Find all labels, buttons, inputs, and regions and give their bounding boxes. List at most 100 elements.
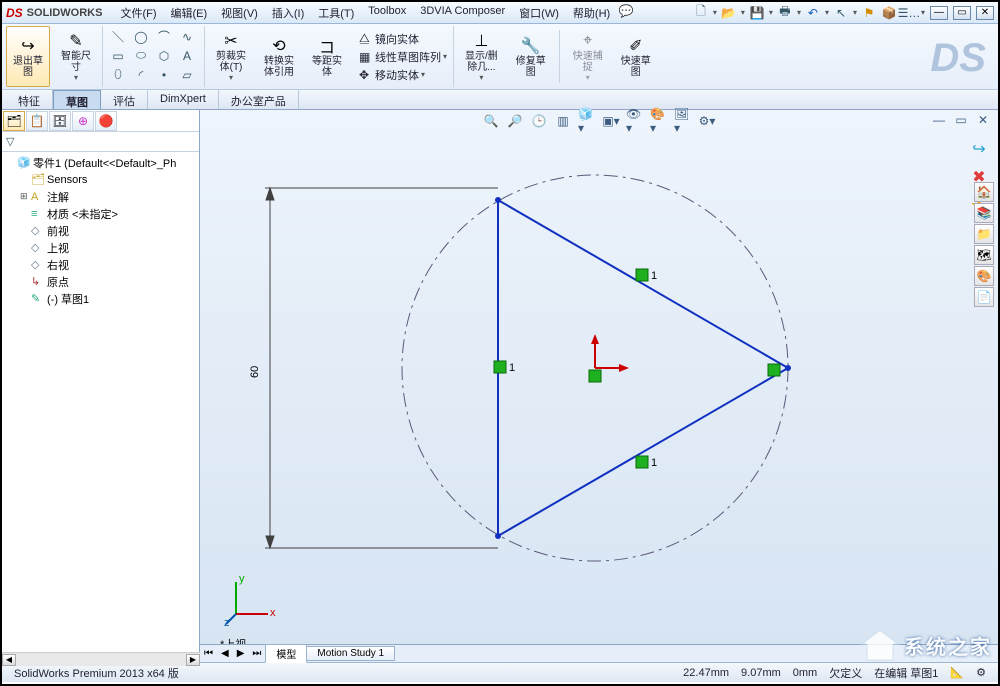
- svg-text:1: 1: [509, 362, 515, 374]
- minimize-button[interactable]: —: [930, 6, 948, 20]
- offset-entities-button[interactable]: コ 等距实 体: [305, 26, 349, 87]
- tree-annotations[interactable]: ⊞A注解: [4, 188, 199, 205]
- snap-icon: ⌖: [578, 31, 598, 51]
- svg-text:z: z: [224, 617, 230, 626]
- ds-logo-icon: DS: [930, 36, 986, 81]
- convert-entities-button[interactable]: ⟲ 转换实 体引用: [257, 26, 301, 87]
- print-icon[interactable]: 🖶: [777, 5, 793, 21]
- tree-sensors[interactable]: 🗂Sensors: [4, 171, 199, 188]
- smart-dimension-icon: ✎: [66, 31, 86, 51]
- fm-filter-row[interactable]: ▽: [2, 132, 199, 152]
- tree-right-plane[interactable]: ◇右视: [4, 256, 199, 273]
- tree-origin[interactable]: ↳原点: [4, 273, 199, 290]
- options-icon[interactable]: 📦: [881, 5, 897, 21]
- triangle-edge-1[interactable]: [498, 200, 788, 368]
- point-icon[interactable]: •: [155, 67, 173, 83]
- exit-sketch-button[interactable]: ↪ 退出草 图: [6, 26, 50, 87]
- close-button[interactable]: ✕: [976, 6, 994, 20]
- menu-help[interactable]: 帮助(H): [567, 3, 616, 23]
- new-icon[interactable]: 🗋: [693, 5, 709, 21]
- command-manager-tabs: 特征 草图 评估 DimXpert 办公室产品: [2, 90, 998, 110]
- reference-triad-icon: y x z: [224, 572, 278, 626]
- fm-tab-tree[interactable]: 🗂: [3, 111, 25, 131]
- mirror-entities-button[interactable]: ⧋镜向实体: [359, 31, 447, 47]
- qat-more-icon[interactable]: ☰…: [901, 5, 917, 21]
- display-delete-button[interactable]: ⊥ 显示/删 除几... ▾: [458, 26, 505, 87]
- move-entities-button[interactable]: ✥移动实体▾: [359, 67, 447, 83]
- tab-evaluate[interactable]: 评估: [101, 90, 148, 109]
- tree-top-plane[interactable]: ◇上视: [4, 239, 199, 256]
- tab-nav-next-icon[interactable]: ▶: [233, 648, 249, 659]
- repair-sketch-button[interactable]: 🔧 修复草 图: [509, 26, 553, 87]
- svg-text:y: y: [239, 573, 245, 585]
- tab-nav-last-icon[interactable]: ⏭: [248, 648, 265, 659]
- menu-composer[interactable]: 3DVIA Composer: [414, 3, 511, 23]
- fm-tab-dimxpert[interactable]: ⊕: [72, 111, 94, 131]
- tab-model[interactable]: 模型: [265, 644, 307, 663]
- menu-bar: 文件(F) 编辑(E) 视图(V) 插入(I) 工具(T) Toolbox 3D…: [114, 3, 692, 23]
- tree-part-root[interactable]: 🧊零件1 (Default<<Default>_Ph: [4, 154, 199, 171]
- pattern-icon: ▦: [359, 50, 373, 64]
- tab-motion-study[interactable]: Motion Study 1: [306, 646, 395, 661]
- linear-pattern-button[interactable]: ▦线性草图阵列▾: [359, 49, 447, 65]
- menu-tools[interactable]: 工具(T): [312, 3, 360, 23]
- sketch-canvas: 60 1 1 1: [200, 110, 1000, 640]
- offset-icon: コ: [317, 36, 337, 56]
- dimension-60[interactable]: [265, 188, 498, 548]
- polygon-icon[interactable]: ⬡: [155, 48, 173, 64]
- menu-view[interactable]: 视图(V): [215, 3, 264, 23]
- tree-material[interactable]: ≡材质 <未指定>: [4, 205, 199, 222]
- help-balloon-icon[interactable]: 💬: [618, 3, 634, 19]
- slot-icon[interactable]: ⬭: [132, 48, 150, 64]
- tab-office[interactable]: 办公室产品: [219, 90, 299, 109]
- fm-tab-config[interactable]: 🗄: [49, 111, 71, 131]
- tab-features[interactable]: 特征: [6, 90, 53, 109]
- tab-nav-first-icon[interactable]: ⏮: [200, 648, 217, 659]
- quick-snap-button[interactable]: ⌖ 快速捕 捉 ▾: [566, 26, 610, 87]
- status-editing: 在编辑 草图1: [868, 665, 944, 681]
- menu-window[interactable]: 窗口(W): [513, 3, 565, 23]
- fm-horizontal-scrollbar[interactable]: ◀ ▶: [2, 652, 200, 666]
- line-icon[interactable]: ＼: [109, 29, 127, 45]
- save-icon[interactable]: 💾: [749, 5, 765, 21]
- open-icon[interactable]: 📂: [721, 5, 737, 21]
- fillet-icon[interactable]: ◜: [132, 67, 150, 83]
- rectangle-icon[interactable]: ▭: [109, 48, 127, 64]
- undo-icon[interactable]: ↶: [805, 5, 821, 21]
- menu-insert[interactable]: 插入(I): [266, 3, 310, 23]
- text-icon[interactable]: A: [178, 48, 196, 64]
- tab-dimxpert[interactable]: DimXpert: [148, 90, 219, 109]
- scroll-right-icon[interactable]: ▶: [186, 654, 200, 666]
- arc-icon[interactable]: ⌒: [155, 29, 173, 45]
- status-coord-x: 22.47mm: [677, 667, 735, 679]
- fm-tab-property[interactable]: 📋: [26, 111, 48, 131]
- tree-sketch1[interactable]: ✎(-) 草图1: [4, 290, 199, 307]
- triangle-edge-2[interactable]: [498, 368, 788, 536]
- menu-file[interactable]: 文件(F): [114, 3, 162, 23]
- maximize-button[interactable]: ▭: [953, 6, 971, 20]
- quick-sketch-button[interactable]: ✐ 快速草 图: [614, 26, 658, 87]
- rebuild-icon[interactable]: ⚑: [861, 5, 877, 21]
- tree-front-plane[interactable]: ◇前视: [4, 222, 199, 239]
- tab-sketch[interactable]: 草图: [53, 90, 101, 109]
- menu-toolbox[interactable]: Toolbox: [362, 3, 412, 23]
- spline-icon[interactable]: ∿: [178, 29, 196, 45]
- status-unit-icon[interactable]: 📐: [944, 666, 970, 679]
- convert-icon: ⟲: [269, 36, 289, 56]
- select-icon[interactable]: ↖: [833, 5, 849, 21]
- scroll-left-icon[interactable]: ◀: [2, 654, 16, 666]
- tab-nav-prev-icon[interactable]: ◀: [217, 648, 233, 659]
- status-custom-icon[interactable]: ⚙: [970, 666, 992, 679]
- menu-edit[interactable]: 编辑(E): [165, 3, 214, 23]
- app-logo-icon: DS: [6, 6, 23, 20]
- dimension-60-value[interactable]: 60: [249, 366, 261, 378]
- trim-button[interactable]: ✂ 剪裁实 体(T) ▾: [209, 26, 253, 87]
- ellipse-icon[interactable]: ⬯: [109, 67, 127, 83]
- plane-icon[interactable]: ▱: [178, 67, 196, 83]
- circle-icon[interactable]: ◯: [132, 29, 150, 45]
- watermark: 系统之家: [860, 628, 992, 662]
- smart-dimension-button[interactable]: ✎ 智能尺 寸 ▾: [54, 26, 98, 87]
- fm-tab-display[interactable]: 🔴: [95, 111, 117, 131]
- pattern-group: ⧋镜向实体 ▦线性草图阵列▾ ✥移动实体▾: [353, 26, 454, 87]
- graphics-area[interactable]: 🔍 🔎 🕒 ▥ 🧊▾ ▣▾ 👁▾ 🎨▾ 🖼▾ ⚙▾ — ▭ ✕ ↪ ✖ ★ 🏠 …: [200, 110, 998, 662]
